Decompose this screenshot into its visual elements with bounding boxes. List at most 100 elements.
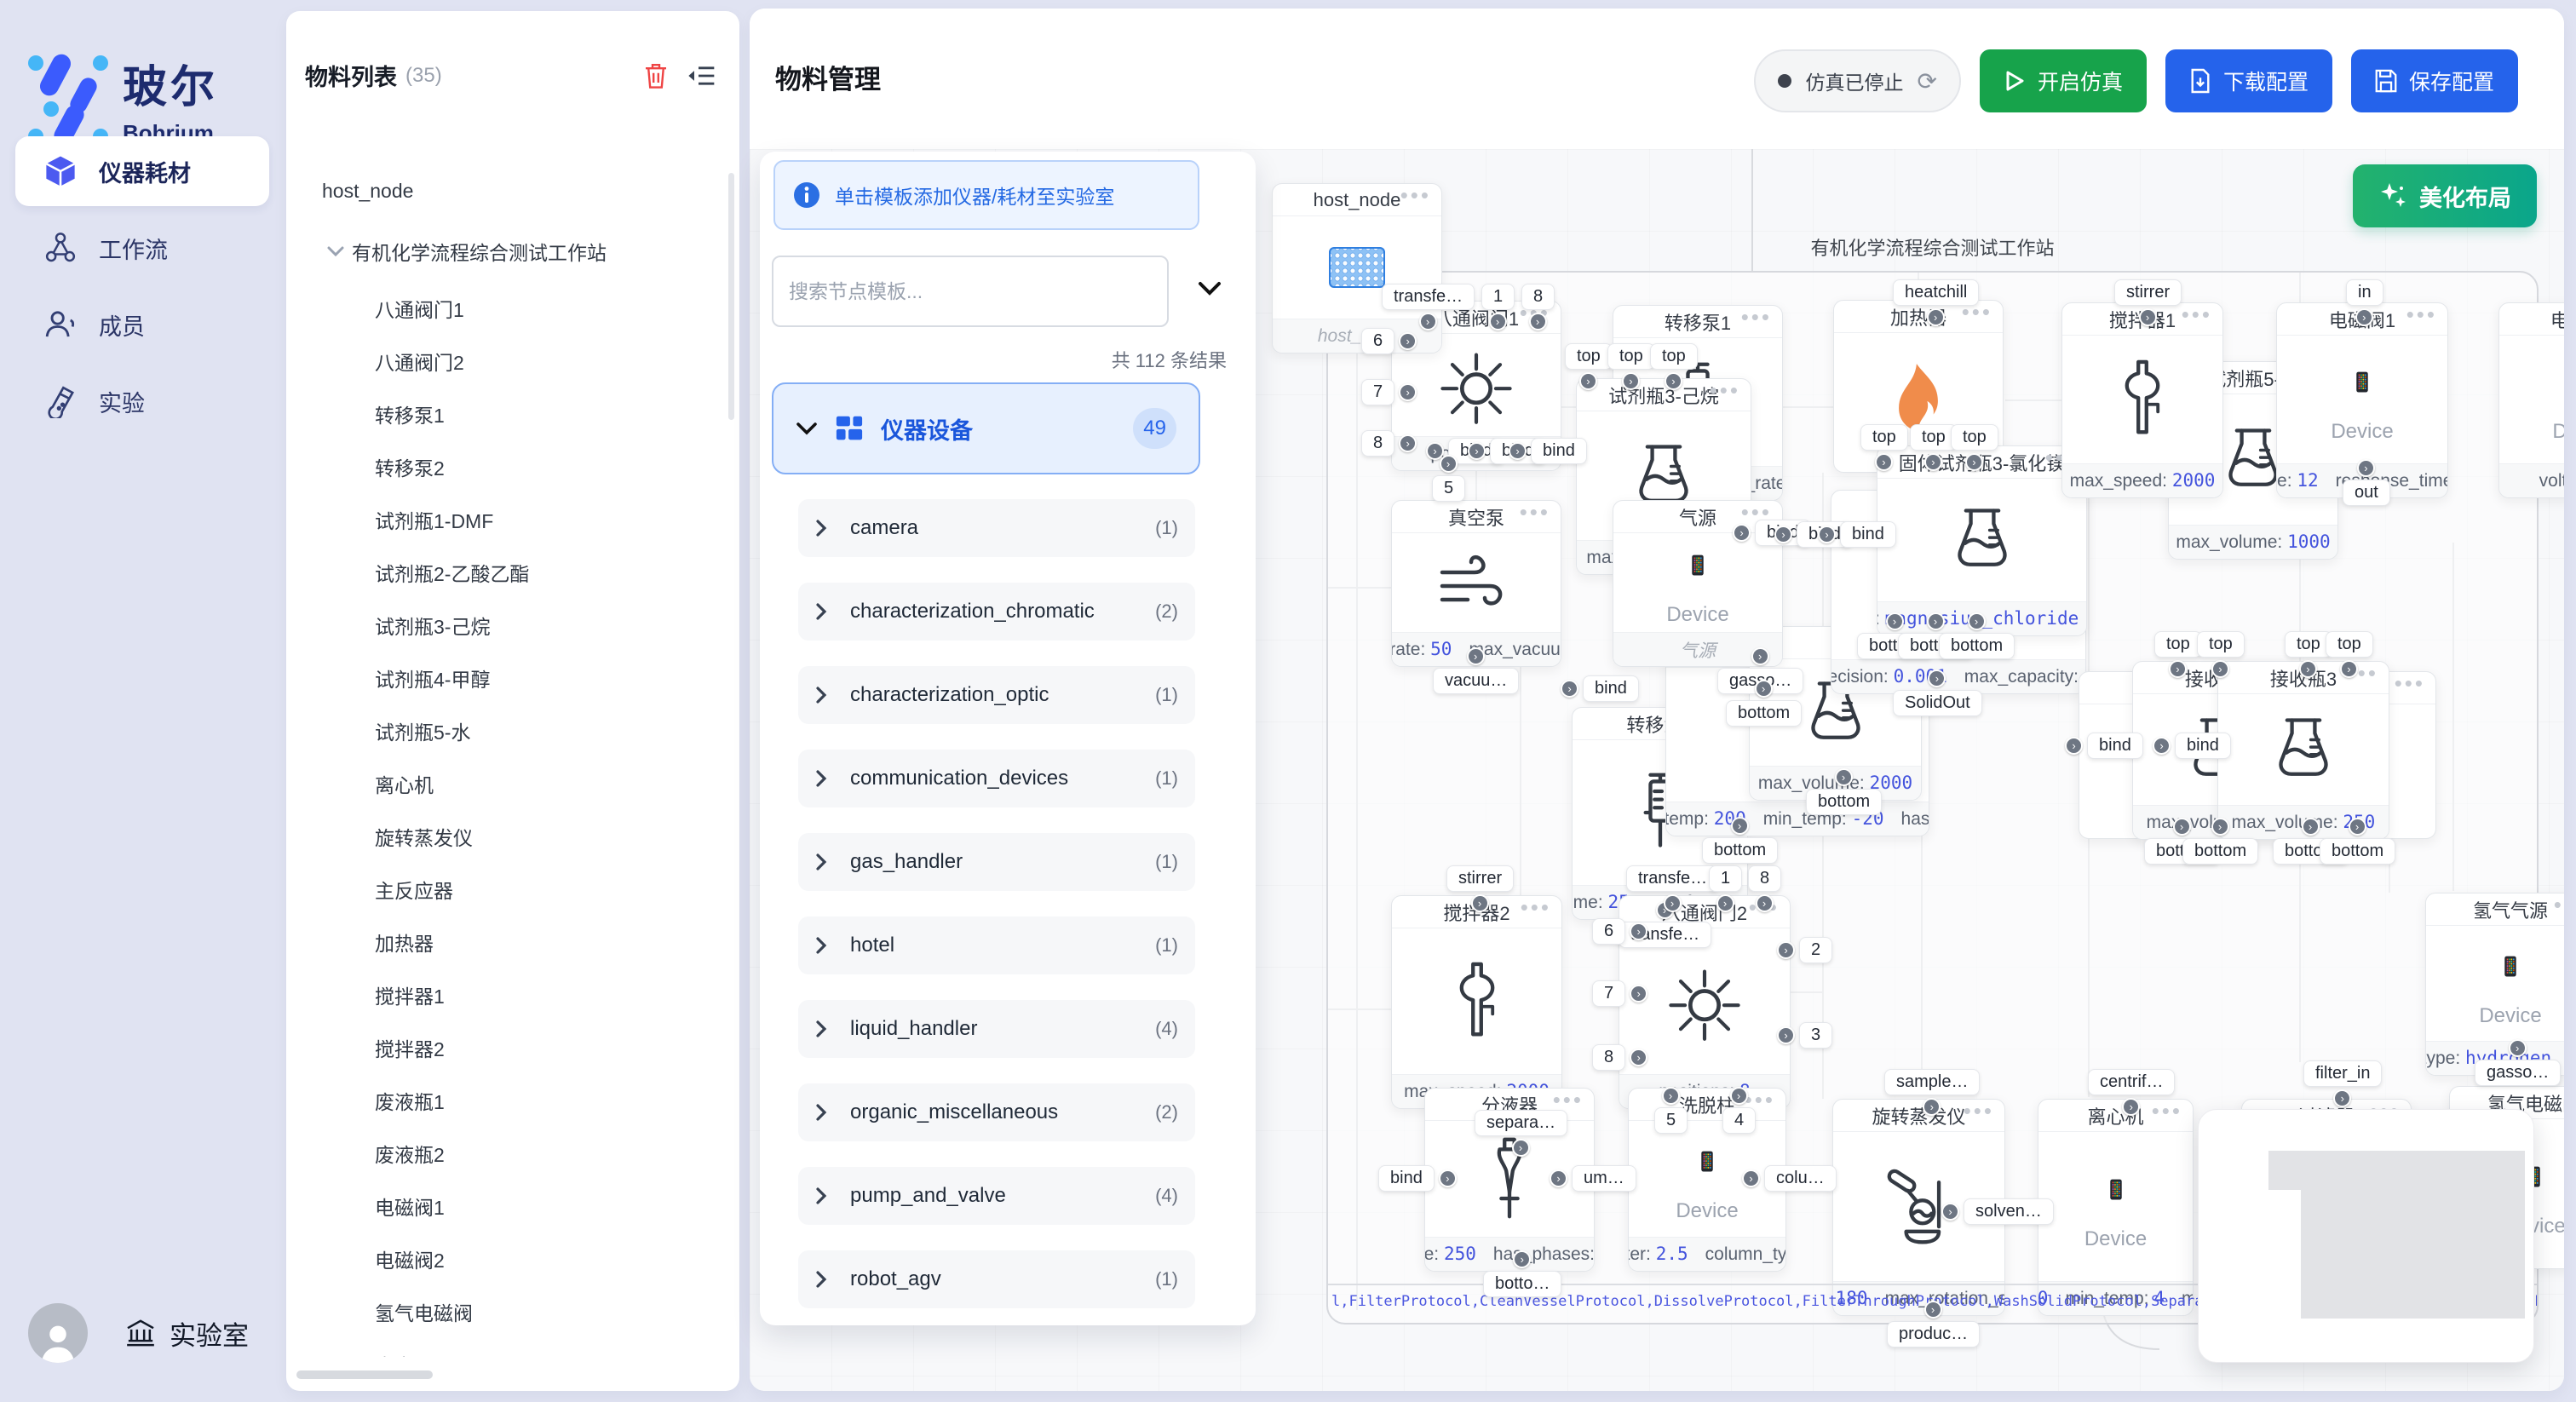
tree-item[interactable]: 废液瓶1 [375,1086,445,1115]
port-pill[interactable]: bottom› [1939,633,2015,659]
port-pill[interactable]: 1› [1709,865,1742,892]
chevron-down-icon[interactable] [326,245,345,258]
port-pill[interactable]: heatchill› [1893,279,1979,306]
port-pill[interactable]: 6› [1361,328,1394,354]
port-handle-icon[interactable]: › [1924,1301,1942,1319]
port-handle-icon[interactable]: › [2139,308,2157,326]
category-group-instruments[interactable]: 仪器设备 49 [772,382,1200,474]
port-pill[interactable]: top› [1860,424,1908,451]
port-pill[interactable]: top› [2197,631,2245,658]
port-handle-icon[interactable]: › [2211,818,2229,836]
port-handle-icon[interactable]: › [1561,680,1578,698]
port-pill[interactable]: 8› [1521,284,1555,310]
search-input[interactable] [772,256,1169,327]
port-pill[interactable]: out› [2343,480,2390,506]
canvas-node[interactable]: 洗脱柱•••Devicediameter: 2.5column_type: si [1628,1088,1786,1272]
port-handle-icon[interactable]: › [1439,1169,1457,1187]
port-handle-icon[interactable]: › [1968,612,1986,630]
category-characterization_optic[interactable]: characterization_optic(1) [798,666,1195,724]
start-simulation-button[interactable]: 开启仿真 [1980,49,2147,112]
port-handle-icon[interactable]: › [1622,372,1640,390]
tree-item[interactable]: 主反应器 [375,875,453,904]
port-pill[interactable]: top› [1650,343,1698,370]
port-pill[interactable]: top› [1565,343,1613,370]
port-pill[interactable]: 5› [1654,1107,1688,1134]
node-menu-icon[interactable]: ••• [2554,893,2564,918]
port-handle-icon[interactable]: › [2299,660,2317,678]
collapse-panel-icon[interactable] [688,63,717,89]
port-pill[interactable]: bind› [1583,675,1639,702]
port-pill[interactable]: 2› [1799,937,1832,963]
port-handle-icon[interactable]: › [2153,737,2171,755]
port-handle-icon[interactable]: › [1399,332,1417,350]
port-handle-icon[interactable]: › [1742,1169,1760,1187]
port-pill[interactable]: SolidOut› [1893,690,1982,716]
port-handle-icon[interactable]: › [1751,647,1769,665]
tree-item[interactable]: 八通阀门1 [375,294,464,323]
port-handle-icon[interactable]: › [2065,737,2083,755]
port-handle-icon[interactable]: › [1550,1169,1567,1187]
category-camera[interactable]: camera(1) [798,499,1195,557]
port-pill[interactable]: transfe…› [1382,284,1475,310]
node-menu-icon[interactable]: ••• [2406,302,2437,328]
port-pill[interactable]: top› [2154,631,2202,658]
node-menu-icon[interactable]: ••• [1964,1099,1994,1124]
port-pill[interactable]: bind› [1531,438,1587,464]
port-pill[interactable]: sample…› [1884,1069,1980,1095]
sidebar-item-workflow[interactable]: 工作流 [15,213,269,283]
tree-item[interactable]: 转移泵2 [375,452,445,481]
port-handle-icon[interactable]: › [2173,818,2191,836]
port-handle-icon[interactable]: › [2509,1039,2527,1057]
beautify-layout-button[interactable]: 美化布局 [2353,164,2537,227]
category-organic_miscellaneous[interactable]: organic_miscellaneous(2) [798,1083,1195,1141]
tree-item[interactable]: 电磁阀2 [375,1244,445,1273]
tree-item[interactable]: 真空泵 [375,1350,434,1357]
port-handle-icon[interactable]: › [1733,524,1751,542]
port-handle-icon[interactable]: › [1774,526,1792,543]
port-handle-icon[interactable]: › [2302,818,2320,836]
category-hotel[interactable]: hotel(1) [798,916,1195,974]
port-handle-icon[interactable]: › [1664,894,1682,912]
port-handle-icon[interactable]: › [1886,612,1904,630]
canvas-node[interactable]: 搅拌器2•••max_speed: 2000 [1391,895,1562,1109]
port-pill[interactable]: in› [2346,279,2383,306]
port-pill[interactable]: stirrer› [1446,865,1514,892]
tree-item[interactable]: 试剂瓶2-乙酸乙酯 [375,558,529,587]
node-menu-icon[interactable]: ••• [1520,500,1550,526]
port-handle-icon[interactable]: › [2211,660,2229,678]
port-handle-icon[interactable]: › [1924,453,1942,471]
port-handle-icon[interactable]: › [2357,459,2375,477]
port-handle-icon[interactable]: › [1471,894,1489,912]
port-handle-icon[interactable]: › [1468,442,1486,460]
category-pump_and_valve[interactable]: pump_and_valve(4) [798,1167,1195,1225]
canvas-node[interactable]: 接收瓶3•••max_volume: 250 [2217,661,2389,840]
category-communication_devices[interactable]: communication_devices(1) [798,750,1195,807]
port-handle-icon[interactable]: › [1927,308,1945,326]
port-handle-icon[interactable]: › [1818,526,1836,543]
port-pill[interactable]: 8› [1361,430,1394,457]
port-handle-icon[interactable]: › [1941,1203,1959,1221]
port-pill[interactable]: 4› [1722,1107,1756,1134]
port-pill[interactable]: transfe…› [1626,865,1719,892]
port-pill[interactable]: 3› [1799,1022,1832,1049]
port-handle-icon[interactable]: › [1467,647,1485,665]
category-gas_handler[interactable]: gas_handler(1) [798,833,1195,891]
tree-item[interactable]: 搅拌器1 [375,980,445,1009]
port-pill[interactable]: 1› [1481,284,1515,310]
port-pill[interactable]: top› [1951,424,1998,451]
port-handle-icon[interactable]: › [1927,612,1945,630]
port-pill[interactable]: bottom› [1726,700,1802,727]
tree-item[interactable]: 试剂瓶4-甲醇 [375,664,490,692]
port-pill[interactable]: bind› [2175,733,2231,759]
port-handle-icon[interactable]: › [1730,1087,1748,1105]
port-pill[interactable]: produc…› [1887,1321,1980,1347]
node-menu-icon[interactable]: ••• [1400,183,1431,209]
tree-horizontal-scrollbar[interactable] [296,1370,433,1379]
minimap[interactable] [2198,1109,2534,1363]
tree-item[interactable]: 电磁阀1 [375,1192,445,1221]
port-handle-icon[interactable]: › [1399,383,1417,401]
port-handle-icon[interactable]: › [1509,442,1527,460]
delete-icon[interactable] [642,61,670,90]
port-pill[interactable]: 5› [1432,475,1465,502]
canvas-node[interactable]: 电磁阀2•••Devicevoltage: 12 [2498,302,2564,498]
